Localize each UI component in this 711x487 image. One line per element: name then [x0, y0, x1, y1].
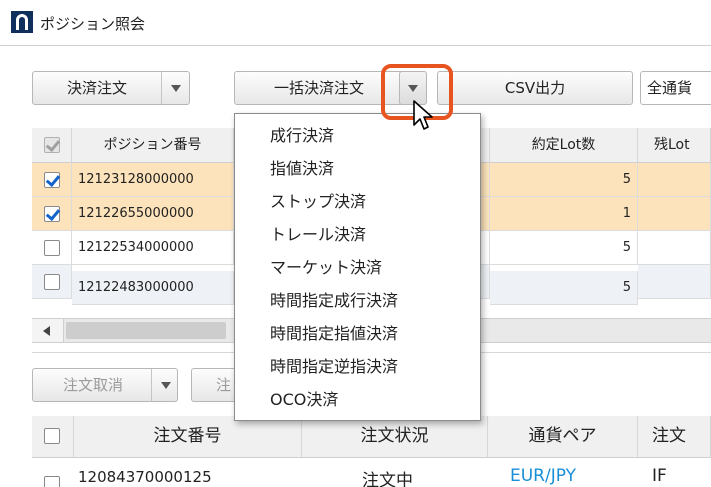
scroll-thumb[interactable] [66, 322, 226, 339]
csv-export-label: CSV出力 [504, 79, 566, 97]
window-title: ポジション照会 [40, 15, 146, 33]
row-lots: 1 [490, 197, 638, 231]
orders-select-all-checkbox[interactable] [44, 428, 60, 444]
column-order-type[interactable]: 注文 [638, 416, 711, 458]
row-checkbox[interactable] [44, 274, 60, 290]
orders-row-clip: 12084370000125 注文中 EUR/JPY IF [32, 458, 711, 487]
table-row[interactable]: 12122655000000 [72, 197, 234, 231]
menu-item-trail-settle[interactable]: トレール決済 [270, 224, 366, 246]
settle-order-label: 決済注文 [66, 79, 127, 97]
app-logo-icon [11, 11, 33, 33]
row-lots: 5 [490, 163, 638, 197]
scroll-left-icon[interactable] [32, 319, 64, 342]
order-row-checkbox[interactable] [44, 476, 60, 487]
menu-item-timed-stop-settle[interactable]: 時間指定逆指決済 [270, 356, 398, 378]
menu-item-oco-settle[interactable]: OCO決済 [270, 389, 338, 411]
row-checkbox[interactable] [44, 171, 61, 188]
orders-select-all-header[interactable] [32, 416, 74, 458]
row-remaining [638, 265, 711, 299]
row-remaining [638, 231, 711, 265]
select-all-header[interactable] [32, 128, 72, 163]
column-currency-pair[interactable]: 通貨ペア [488, 416, 638, 458]
bulk-settle-button[interactable]: 一括決済注文 [234, 71, 404, 105]
order-status: 注文中 [362, 471, 413, 487]
column-position-number[interactable]: ポジション番号 [72, 128, 234, 163]
menu-item-market-settle[interactable]: 成行決済 [270, 125, 334, 147]
menu-item-timed-market-settle[interactable]: 時間指定成行決済 [270, 290, 398, 312]
settle-order-button[interactable]: 決済注文 [32, 71, 190, 105]
row-checkbox-cell[interactable] [32, 265, 72, 299]
table-row[interactable]: 12122534000000 [72, 231, 234, 265]
bulk-settle-dropdown-menu: 成行決済 指値決済 ストップ決済 トレール決済 マーケット決済 時間指定成行決済… [234, 113, 481, 421]
currency-filter-select[interactable]: 全通貨 [640, 71, 711, 105]
bulk-settle-label: 一括決済注文 [273, 79, 364, 97]
column-order-number[interactable]: 注文番号 [74, 416, 302, 458]
cancel-dropdown-icon[interactable] [151, 369, 179, 401]
column-executed-lots[interactable]: 約定Lot数 [490, 128, 638, 163]
row-lots: 5 [490, 271, 638, 305]
table-row[interactable]: 12123128000000 [72, 163, 234, 197]
order-pair-link[interactable]: EUR/JPY [510, 466, 576, 486]
row-checkbox-cell[interactable] [32, 231, 72, 265]
cancel-order-button[interactable]: 注文取消 [32, 368, 178, 402]
menu-item-timed-limit-settle[interactable]: 時間指定指値決済 [270, 323, 398, 345]
row-checkbox-cell[interactable] [32, 197, 72, 231]
row-checkbox-cell[interactable] [32, 163, 72, 197]
menu-item-stop-settle[interactable]: ストップ決済 [270, 191, 366, 213]
cancel-order-label: 注文取消 [62, 376, 123, 394]
column-remaining-lots[interactable]: 残Lot [638, 128, 711, 163]
column-order-status[interactable]: 注文状況 [302, 416, 488, 458]
row-lots: 5 [490, 231, 638, 265]
mouse-cursor-icon [412, 99, 434, 133]
row-checkbox[interactable] [44, 205, 61, 222]
menu-item-market-order-settle[interactable]: マーケット決済 [270, 257, 382, 279]
select-all-checkbox[interactable] [44, 136, 61, 153]
row-remaining [638, 197, 711, 231]
row-checkbox[interactable] [44, 240, 60, 256]
order-type: IF [652, 466, 667, 486]
table-row[interactable]: 12122483000000 [72, 271, 234, 305]
csv-export-button[interactable]: CSV出力 [437, 71, 633, 105]
menu-item-limit-settle[interactable]: 指値決済 [270, 158, 334, 180]
settle-order-dropdown-icon[interactable] [161, 72, 190, 104]
row-remaining [638, 163, 711, 197]
order-number[interactable]: 12084370000125 [78, 468, 212, 486]
